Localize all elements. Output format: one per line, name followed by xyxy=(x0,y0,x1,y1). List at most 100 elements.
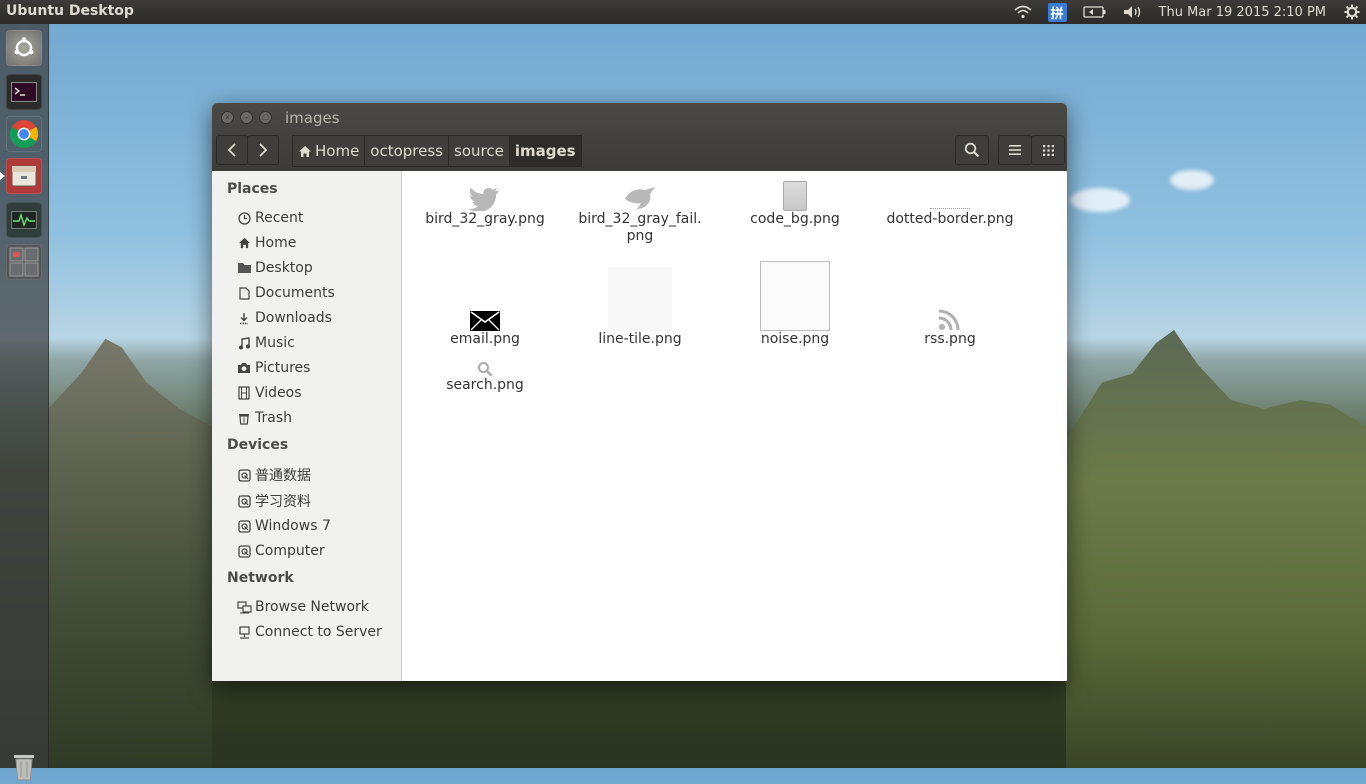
files-icon[interactable] xyxy=(6,158,42,194)
noise-icon xyxy=(720,261,870,331)
desktop-mountain xyxy=(1066,330,1366,768)
sidebar-item-videos[interactable]: Videos xyxy=(236,383,302,403)
file-item[interactable]: dotted-border.png xyxy=(875,181,1025,228)
file-item[interactable]: code_bg.png xyxy=(720,181,870,228)
file-name: email.png xyxy=(410,331,560,348)
top-panel: Ubuntu Desktop 拼 Thu Mar 19 2015 2:10 PM xyxy=(0,0,1366,24)
close-button[interactable]: × xyxy=(221,111,234,124)
ubuntu-dash-icon[interactable] xyxy=(6,30,42,66)
sidebar: Places Recent Home Desktop Documents Dow… xyxy=(212,171,402,681)
cloud xyxy=(1170,170,1214,190)
server-icon xyxy=(236,624,252,640)
search-button[interactable] xyxy=(955,135,989,165)
envelope-icon xyxy=(410,301,560,331)
network-heading: Network xyxy=(227,570,294,586)
places-heading: Places xyxy=(227,181,278,197)
file-view: bird_32_gray.png bird_32_gray_fail. png … xyxy=(402,171,1067,681)
music-icon xyxy=(236,335,252,351)
chevron-left-icon xyxy=(227,143,237,157)
grid-view-button[interactable] xyxy=(1031,135,1065,165)
indicator-area: 拼 Thu Mar 19 2015 2:10 PM xyxy=(1006,0,1366,24)
sidebar-item-label: Pictures xyxy=(255,360,310,376)
breadcrumb: Home octopress source images xyxy=(292,135,581,167)
forward-button[interactable] xyxy=(247,135,279,165)
home-icon xyxy=(236,235,252,251)
chrome-icon[interactable] xyxy=(6,116,42,152)
breadcrumb-images[interactable]: images xyxy=(509,135,582,167)
breadcrumb-home[interactable]: Home xyxy=(292,135,365,167)
volume-icon[interactable] xyxy=(1123,5,1143,19)
file-name: search.png xyxy=(410,377,560,394)
drive-icon xyxy=(236,467,252,483)
back-button[interactable] xyxy=(216,135,248,165)
file-name: bird_32_gray.png xyxy=(410,211,560,228)
input-method-icon[interactable]: 拼 xyxy=(1048,3,1067,22)
sidebar-item-browse-network[interactable]: Browse Network xyxy=(236,597,369,617)
chevron-right-icon xyxy=(258,143,268,157)
workspace-switcher-icon[interactable] xyxy=(6,244,42,280)
window-title: images xyxy=(285,109,340,127)
file-item[interactable]: bird_32_gray_fail. png xyxy=(565,181,715,245)
sidebar-item-desktop[interactable]: Desktop xyxy=(236,258,313,278)
drive-icon xyxy=(236,493,252,509)
file-name: bird_32_gray_fail. png xyxy=(565,211,715,245)
sidebar-item-label: Videos xyxy=(255,385,302,401)
grid-icon xyxy=(1042,144,1055,157)
file-item[interactable]: noise.png xyxy=(720,261,870,348)
sidebar-item-documents[interactable]: Documents xyxy=(236,283,335,303)
sidebar-item-label: Windows 7 xyxy=(255,518,331,534)
sidebar-item-label: Downloads xyxy=(255,310,332,326)
clock-icon xyxy=(236,210,252,226)
download-icon xyxy=(236,310,252,326)
drive-icon xyxy=(236,518,252,534)
file-item[interactable]: search.png xyxy=(410,357,560,394)
sidebar-item-device[interactable]: 普通数据 xyxy=(236,465,311,485)
breadcrumb-octopress[interactable]: octopress xyxy=(364,135,449,167)
session-gear-icon[interactable] xyxy=(1344,4,1360,20)
trash-launcher-icon[interactable] xyxy=(6,748,42,784)
document-icon xyxy=(236,285,252,301)
file-item[interactable]: email.png xyxy=(410,301,560,348)
file-item[interactable]: rss.png xyxy=(875,301,1025,348)
sidebar-item-home[interactable]: Home xyxy=(236,233,296,253)
sidebar-item-label: Desktop xyxy=(255,260,313,276)
camera-icon xyxy=(236,360,252,376)
minimize-button[interactable]: – xyxy=(240,111,253,124)
maximize-button[interactable]: □ xyxy=(259,111,272,124)
sidebar-item-label: Connect to Server xyxy=(255,624,382,640)
sidebar-item-label: Recent xyxy=(255,210,303,226)
launcher xyxy=(0,24,49,768)
breadcrumb-label: Home xyxy=(315,142,359,160)
sidebar-item-label: 普通数据 xyxy=(255,465,311,485)
dotted-border-icon xyxy=(875,181,1025,211)
sidebar-item-pictures[interactable]: Pictures xyxy=(236,358,310,378)
window-titlebar[interactable]: × – □ images Home octopress source image… xyxy=(212,103,1067,171)
film-icon xyxy=(236,385,252,401)
file-item[interactable]: line-tile.png xyxy=(565,265,715,348)
sidebar-item-connect-server[interactable]: Connect to Server xyxy=(236,622,382,642)
breadcrumb-source[interactable]: source xyxy=(448,135,510,167)
file-item[interactable]: bird_32_gray.png xyxy=(410,181,560,228)
sidebar-item-trash[interactable]: Trash xyxy=(236,408,292,428)
line-tile-icon xyxy=(565,265,715,331)
clock[interactable]: Thu Mar 19 2015 2:10 PM xyxy=(1159,5,1326,20)
battery-icon[interactable] xyxy=(1083,6,1107,18)
sidebar-item-music[interactable]: Music xyxy=(236,333,295,353)
list-view-button[interactable] xyxy=(998,135,1032,165)
desktop-rocks xyxy=(48,330,212,768)
input-method-label: 拼 xyxy=(1048,3,1067,22)
panel-title: Ubuntu Desktop xyxy=(6,3,134,19)
sidebar-item-label: 学习资料 xyxy=(255,491,311,511)
sidebar-item-label: Computer xyxy=(255,543,325,559)
sidebar-item-downloads[interactable]: Downloads xyxy=(236,308,332,328)
sidebar-item-device[interactable]: Windows 7 xyxy=(236,516,331,536)
sidebar-item-computer[interactable]: Computer xyxy=(236,541,325,561)
home-icon xyxy=(298,145,312,158)
wifi-icon[interactable] xyxy=(1014,5,1032,19)
sidebar-item-device[interactable]: 学习资料 xyxy=(236,491,311,511)
sidebar-item-label: Home xyxy=(255,235,296,251)
sidebar-item-recent[interactable]: Recent xyxy=(236,208,303,228)
terminal-icon[interactable] xyxy=(6,74,42,110)
system-monitor-icon[interactable] xyxy=(6,202,42,238)
file-name: noise.png xyxy=(720,331,870,348)
